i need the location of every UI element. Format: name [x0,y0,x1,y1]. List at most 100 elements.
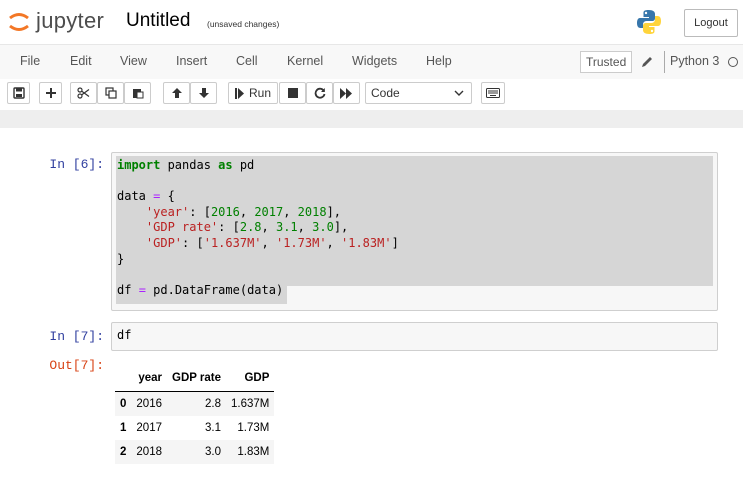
table-cell: 2.8 [205,398,222,410]
arrow-down-icon [198,88,209,98]
code-line: data = { [117,189,175,204]
notebook-title[interactable]: Untitled [126,10,190,32]
keyboard-icon [486,88,500,98]
step-forward-icon [234,87,244,99]
code-cell-1[interactable]: import pandas as pd data = { 'year': [20… [111,152,718,311]
code-editor[interactable]: df [117,328,131,344]
logout-button[interactable]: Logout [684,9,738,37]
move-up-button[interactable] [163,82,190,104]
code-line: 'year': [2016, 2017, 2018], [145,204,342,219]
table-header-row: year GDP rate GDP [115,365,275,392]
row-index: 0 [120,398,127,410]
dataframe-output: year GDP rate GDP 0 2016 2.8 1.637M 1 20… [115,365,275,464]
run-button[interactable]: Run [228,82,278,104]
copy-icon [104,87,117,99]
table-row: 2 2018 3.0 1.83M [115,440,275,464]
menu-kernel[interactable]: Kernel [287,54,323,68]
code-token: 'GDP rate' [145,220,219,235]
menu-widgets[interactable]: Widgets [352,54,397,68]
table-cell: 1.637M [231,398,270,410]
add-cell-button[interactable] [39,82,62,104]
kernel-separator [664,51,665,73]
output-prompt: Out[7]: [49,358,104,373]
table-cell: 3.1 [205,422,222,434]
python-logo-icon [637,10,661,34]
restart-run-all-button[interactable] [333,82,360,104]
code-token: '1.73M' [275,235,327,250]
code-line: } [117,251,125,266]
paste-button[interactable] [124,82,151,104]
code-token: '1.83M' [341,235,392,250]
paste-icon [132,89,143,99]
arrow-up-icon [171,88,182,98]
menu-cell[interactable]: Cell [236,54,258,68]
menu-help[interactable]: Help [426,54,452,68]
jupyter-logo-text[interactable]: jupyter [36,8,104,34]
command-palette-button[interactable] [481,82,505,104]
column-header: GDP rate [167,365,227,392]
pencil-icon[interactable] [640,55,654,69]
code-line: df = pd.DataFrame(data) [117,282,284,297]
table-cell: 1.83M [237,446,270,458]
code-token: 2016 [210,204,240,219]
code-token: = [153,189,161,204]
code-cell-2[interactable]: df [111,322,718,351]
menu-edit[interactable]: Edit [70,54,92,68]
header-separator [0,110,743,128]
fast-forward-icon [340,87,352,99]
kernel-name[interactable]: Python 3 [670,54,719,68]
table-cell: 2017 [136,422,162,434]
scissors-icon [77,87,90,99]
menu-insert[interactable]: Insert [176,54,207,68]
cell-type-value: Code [371,86,400,100]
cut-button[interactable] [70,82,97,104]
copy-button[interactable] [97,82,124,104]
table-cell: 1.73M [237,422,270,434]
plus-icon [45,88,56,98]
code-token: 'year' [145,204,190,219]
table-row: 0 2016 2.8 1.637M [115,391,275,416]
code-line: 'GDP': ['1.637M', '1.73M', '1.83M'] [145,235,399,250]
save-status: (unsaved changes) [207,19,280,29]
menu-file[interactable]: File [20,54,40,68]
column-header [115,365,132,392]
table-cell: 3.0 [205,446,222,458]
save-button[interactable] [7,82,30,104]
code-token: 3.0 [312,220,334,235]
code-token: 2018 [297,204,327,219]
kernel-idle-indicator-icon [728,57,738,67]
code-token: '1.637M' [203,235,262,250]
column-header: GDP [226,365,275,392]
interrupt-button[interactable] [279,82,306,104]
restart-icon [314,87,325,99]
code-token: 3.1 [275,220,298,235]
row-index: 2 [120,446,127,458]
code-token: import [117,158,161,172]
header: jupyter Untitled (unsaved changes) Logou… [0,0,743,44]
toolbar: Run Code [0,79,743,109]
trusted-indicator[interactable]: Trusted [580,51,633,73]
column-header: year [131,365,167,392]
code-editor[interactable]: import pandas as pd data = { 'year': [20… [117,158,399,298]
input-prompt: In [6]: [49,157,104,172]
restart-button[interactable] [306,82,333,104]
code-token: 2.8 [239,220,262,235]
chevron-down-icon [454,90,464,96]
jupyter-logo-icon[interactable] [8,10,30,34]
code-line: 'GDP rate': [2.8, 3.1, 3.0], [145,220,349,235]
input-prompt: In [7]: [49,329,104,344]
move-down-button[interactable] [190,82,217,104]
code-token: as [218,158,233,172]
code-token: 'GDP' [145,235,183,250]
cell-type-select[interactable]: Code [365,82,472,104]
table-cell: 2018 [136,446,162,458]
stop-icon [287,88,298,98]
code-line: import pandas as pd [117,158,255,172]
table-cell: 2016 [136,398,162,410]
row-index: 1 [120,422,127,434]
code-token: 2017 [254,204,284,219]
menu-view[interactable]: View [120,54,147,68]
notebook-container: In [6]: import pandas as pd data = { 'ye… [0,128,743,485]
code-token: = [138,282,146,297]
menubar: File Edit View Insert Cell Kernel Widget… [0,44,743,80]
